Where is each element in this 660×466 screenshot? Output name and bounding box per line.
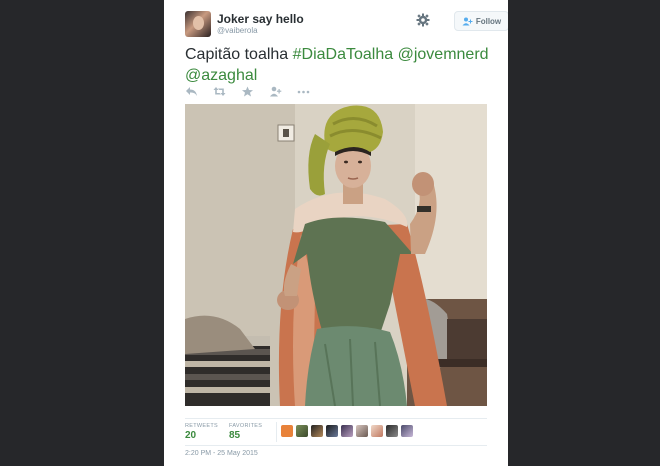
gear-icon[interactable]: [416, 13, 430, 27]
tweet-text-plain: Capitão toalha: [185, 46, 293, 63]
fav-avatar[interactable]: [296, 425, 308, 437]
avatar-face: [193, 16, 204, 30]
retweet-icon[interactable]: [213, 86, 226, 97]
favorites-label: FAVORITES: [229, 423, 263, 429]
reply-icon[interactable]: [185, 86, 198, 97]
user-name[interactable]: Joker say hello: [217, 12, 304, 26]
tweet-text: Capitão toalha #DiaDaToalha @jovemnerd @a…: [185, 44, 490, 86]
mention-link-jovemnerd[interactable]: @jovemnerd: [398, 46, 489, 63]
mention-link-azaghal[interactable]: @azaghal: [185, 67, 257, 84]
tweet-header: Joker say hello @vaiberola Follow: [185, 11, 508, 41]
follow-label: Follow: [475, 16, 502, 26]
more-icon[interactable]: [297, 86, 310, 97]
tweet-photo[interactable]: [185, 104, 487, 406]
follow-button[interactable]: Follow: [454, 11, 508, 31]
stats-divider: [276, 422, 277, 442]
fav-avatar[interactable]: [311, 425, 323, 437]
user-avatar[interactable]: [185, 11, 211, 37]
retweets-count[interactable]: 20: [185, 430, 196, 441]
tweet-card: Joker say hello @vaiberola Follow Capitã…: [164, 0, 508, 466]
fav-avatar[interactable]: [341, 425, 353, 437]
retweets-label: RETWEETS: [185, 423, 218, 429]
add-user-icon: [462, 17, 473, 25]
fav-avatar[interactable]: [326, 425, 338, 437]
user-handle[interactable]: @vaiberola: [217, 26, 258, 35]
fav-avatar[interactable]: [281, 425, 293, 437]
tweet-timestamp[interactable]: 2:20 PM - 25 May 2015: [185, 450, 258, 457]
fav-avatar[interactable]: [356, 425, 368, 437]
favorites-count[interactable]: 85: [229, 430, 240, 441]
favorite-icon[interactable]: [241, 86, 254, 97]
fav-avatar[interactable]: [386, 425, 398, 437]
tweet-stats: RETWEETS 20 FAVORITES 85: [185, 418, 487, 446]
fav-avatar[interactable]: [371, 425, 383, 437]
follow-user-icon[interactable]: [269, 86, 282, 97]
fav-avatar[interactable]: [401, 425, 413, 437]
hashtag-link[interactable]: #DiaDaToalha: [293, 46, 394, 63]
